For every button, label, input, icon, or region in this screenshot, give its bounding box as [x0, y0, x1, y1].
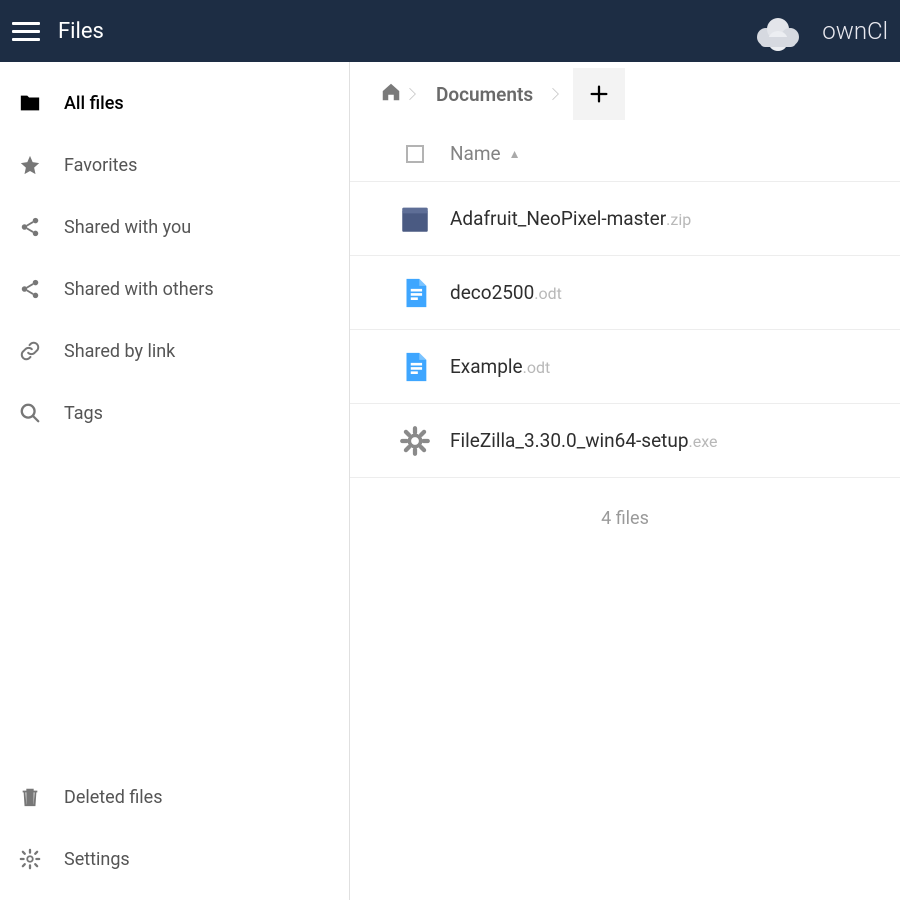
brand: ownCl: [746, 11, 888, 51]
column-headers: Name ▲: [350, 126, 900, 182]
sidebar-item-favorites[interactable]: Favorites: [0, 134, 349, 196]
sidebar-item-shared-by-link[interactable]: Shared by link: [0, 320, 349, 382]
folder-icon: [18, 91, 42, 115]
column-name-label: Name: [450, 142, 501, 165]
file-row[interactable]: Adafruit_NeoPixel-master.zip: [350, 182, 900, 256]
sidebar-item-label: Favorites: [64, 155, 137, 176]
new-file-button[interactable]: [573, 68, 625, 120]
sidebar-item-label: Tags: [64, 403, 103, 424]
cloud-logo-icon: [746, 11, 810, 51]
column-name-header[interactable]: Name ▲: [450, 142, 521, 165]
home-icon: [380, 81, 402, 103]
sidebar-item-tags[interactable]: Tags: [0, 382, 349, 444]
sidebar-item-label: Shared with you: [64, 217, 191, 238]
link-icon: [18, 339, 42, 363]
sidebar-item-label: Settings: [64, 849, 130, 870]
share-icon: [18, 215, 42, 239]
file-name: Example.odt: [450, 355, 550, 378]
breadcrumb-home[interactable]: [380, 81, 402, 107]
sidebar-item-label: Shared with others: [64, 279, 214, 300]
breadcrumb-separator-icon: [402, 76, 424, 112]
sort-ascending-icon: ▲: [509, 147, 521, 161]
app-title: Files: [58, 19, 746, 44]
search-icon: [18, 401, 42, 425]
file-summary: 4 files: [350, 478, 900, 559]
trash-icon: [18, 785, 42, 809]
file-row[interactable]: Example.odt: [350, 330, 900, 404]
sidebar-item-shared-with-you[interactable]: Shared with you: [0, 196, 349, 258]
breadcrumb: Documents: [350, 62, 900, 126]
hamburger-menu-icon[interactable]: [12, 17, 40, 45]
file-row[interactable]: FileZilla_3.30.0_win64-setup.exe: [350, 404, 900, 478]
doc-file-icon: [380, 276, 450, 310]
plus-icon: [588, 83, 610, 105]
sidebar-item-label: Shared by link: [64, 341, 175, 362]
main-content: Documents Name ▲ Adafruit_NeoPixel-maste…: [350, 62, 900, 900]
doc-file-icon: [380, 350, 450, 384]
share-icon: [18, 277, 42, 301]
sidebar-footer-item-deleted-files[interactable]: Deleted files: [0, 766, 349, 828]
select-all-checkbox[interactable]: [406, 145, 424, 163]
file-name: FileZilla_3.30.0_win64-setup.exe: [450, 429, 717, 452]
file-row[interactable]: deco2500.odt: [350, 256, 900, 330]
app-header: Files ownCl: [0, 0, 900, 62]
star-icon: [18, 153, 42, 177]
file-name: Adafruit_NeoPixel-master.zip: [450, 207, 691, 230]
archive-file-icon: [380, 202, 450, 236]
breadcrumb-separator-icon: [545, 76, 567, 112]
sidebar-item-shared-with-others[interactable]: Shared with others: [0, 258, 349, 320]
gear-icon: [18, 847, 42, 871]
exe-file-icon: [380, 424, 450, 458]
brand-text: ownCl: [822, 17, 888, 45]
sidebar-item-label: All files: [64, 93, 124, 114]
sidebar: All files Favorites Shared with you Shared …: [0, 62, 350, 900]
sidebar-footer-item-settings[interactable]: Settings: [0, 828, 349, 890]
breadcrumb-current[interactable]: Documents: [424, 83, 545, 106]
sidebar-item-label: Deleted files: [64, 787, 163, 808]
file-name: deco2500.odt: [450, 281, 562, 304]
sidebar-item-all-files[interactable]: All files: [0, 72, 349, 134]
